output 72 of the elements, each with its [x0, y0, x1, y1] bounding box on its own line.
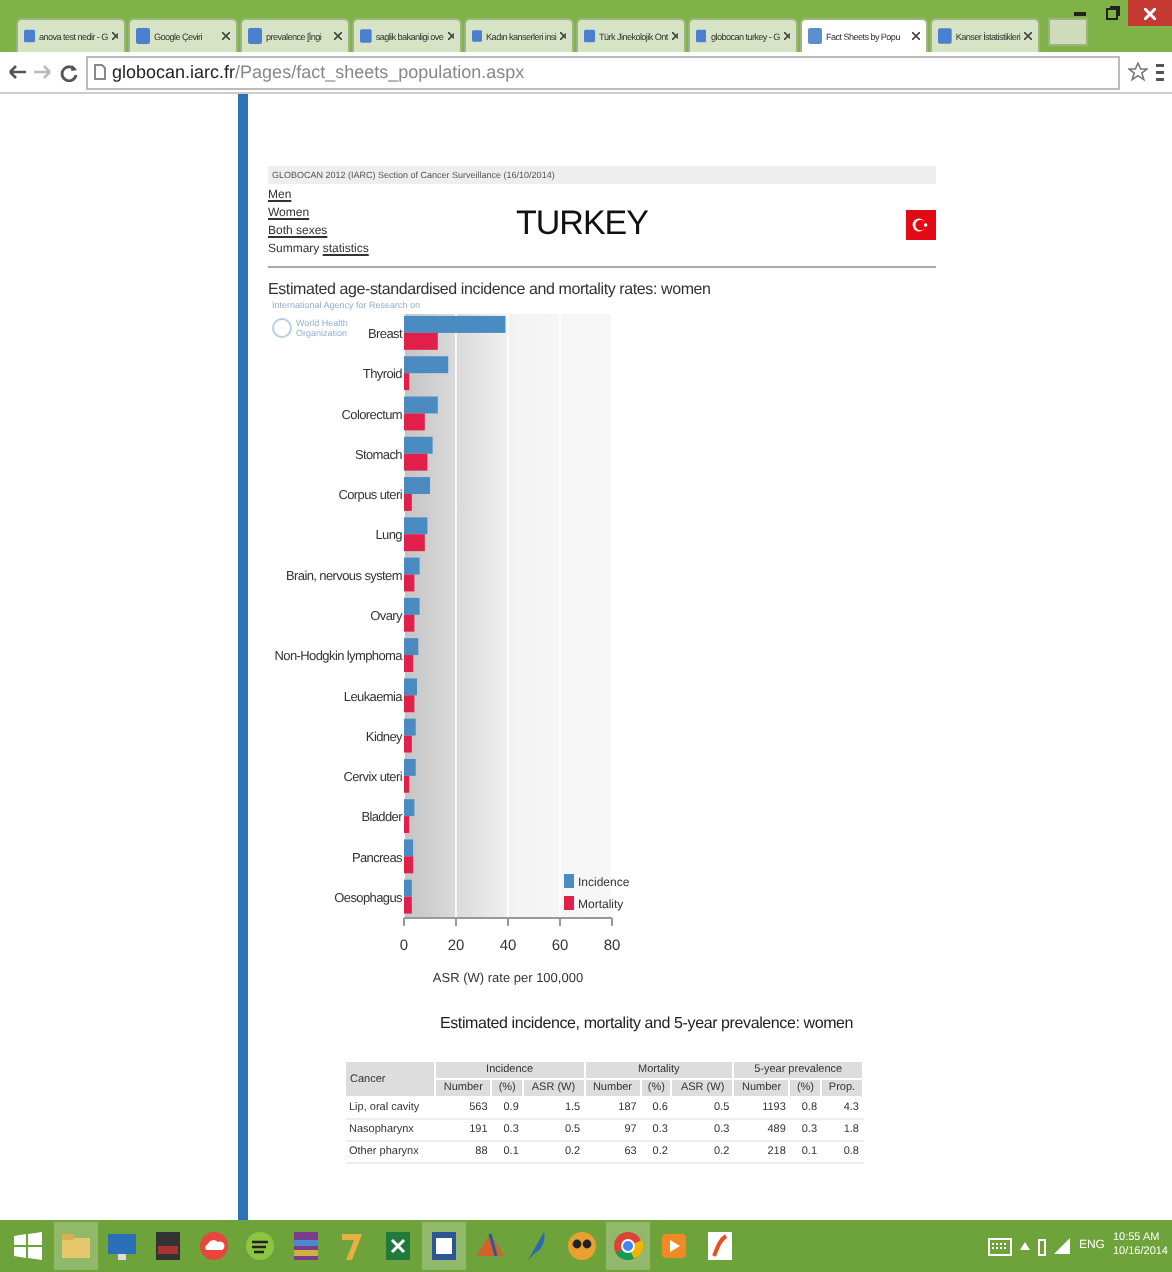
mortality-bar	[404, 574, 415, 592]
taskbar-button[interactable]	[422, 1222, 466, 1270]
close-icon[interactable]	[1128, 0, 1172, 26]
flag-icon	[906, 209, 936, 239]
incidence-bar	[404, 758, 416, 776]
keyboard-icon[interactable]	[988, 1237, 1013, 1255]
browser-icon	[610, 1228, 646, 1264]
close-icon[interactable]	[447, 32, 454, 40]
close-icon[interactable]	[912, 32, 920, 40]
close-icon[interactable]	[560, 32, 566, 40]
star-icon[interactable]	[1128, 62, 1148, 82]
cloud-icon	[196, 1228, 232, 1264]
pdf-icon	[702, 1228, 738, 1264]
mortality-bar	[404, 494, 412, 511]
glasses-face-icon	[564, 1228, 600, 1264]
incidence-bar	[404, 316, 506, 333]
page-icon	[696, 28, 707, 44]
mortality-bar	[404, 655, 414, 672]
incidence-bar	[404, 839, 414, 857]
mortality-bar	[404, 896, 412, 914]
mortality-bar	[404, 534, 425, 552]
mortality-bar	[404, 373, 410, 391]
page-icon	[360, 28, 372, 44]
caret-icon[interactable]	[1020, 1242, 1031, 1250]
address-field[interactable]: globocan.iarc.fr/Pages/fact_sheets_population.aspx	[86, 55, 1120, 89]
signal-icon[interactable]	[1054, 1238, 1071, 1254]
close-icon[interactable]	[671, 32, 678, 40]
close-icon[interactable]	[1024, 32, 1032, 40]
incidence-bar	[404, 718, 416, 736]
incidence-bar	[404, 879, 412, 897]
mortality-bar	[404, 413, 425, 431]
page-icon	[808, 28, 822, 44]
page-icon	[136, 28, 150, 44]
chart-subtitle: Estimated age-standardised incidence and mortality rates: women	[268, 280, 713, 298]
mortality-bar	[404, 856, 414, 874]
mortality-bar	[404, 775, 410, 793]
incidence-bar	[404, 799, 415, 817]
mortality-bar	[404, 695, 415, 713]
mortality-bar	[404, 816, 410, 833]
play-icon	[656, 1228, 692, 1264]
battery-icon[interactable]	[1038, 1237, 1047, 1255]
globe-icon	[272, 318, 292, 338]
books-icon	[288, 1228, 324, 1264]
incidence-bar	[404, 678, 417, 696]
close-icon[interactable]	[111, 32, 118, 40]
country-title: TURKEY	[516, 204, 650, 244]
back-icon[interactable]	[8, 64, 26, 80]
page-icon	[938, 28, 952, 44]
page-icon	[584, 28, 596, 44]
taskbar-button[interactable]	[606, 1222, 650, 1270]
start-icon[interactable]	[14, 1232, 42, 1260]
page-icon	[472, 28, 483, 44]
monitor-icon	[104, 1228, 140, 1264]
close-icon[interactable]	[334, 32, 342, 40]
spreadsheet-icon	[380, 1228, 416, 1264]
music-app-icon	[242, 1228, 278, 1264]
table-title: Estimated incidence, mortality and 5-year prevalence: women	[440, 1014, 856, 1032]
close-icon[interactable]	[783, 32, 790, 40]
incidence-bar	[404, 638, 419, 656]
close-icon[interactable]	[222, 32, 230, 40]
incidence-bar	[404, 356, 449, 374]
mortality-bar	[404, 614, 415, 632]
folder-icon	[58, 1228, 94, 1264]
page-icon	[94, 64, 106, 80]
page-icon	[248, 28, 262, 44]
page-icon	[24, 28, 36, 44]
menu-icon[interactable]	[1156, 62, 1164, 82]
mortality-bar	[404, 735, 412, 753]
document-icon	[426, 1228, 462, 1264]
reload-icon[interactable]	[60, 63, 78, 81]
incidence-bar	[404, 477, 430, 494]
incidence-bar	[404, 517, 428, 535]
